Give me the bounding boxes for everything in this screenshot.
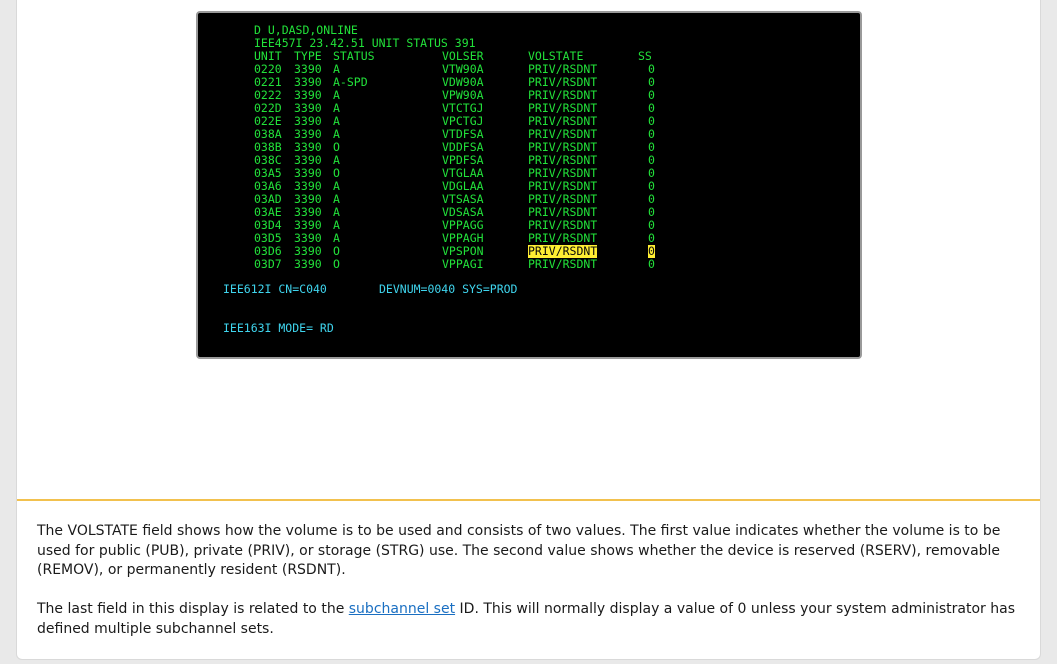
subchannel-explanation: The last field in this display is relate… xyxy=(37,600,1022,639)
content-card: D U,DASD,ONLINE IEE457I 23.42.51 UNIT ST… xyxy=(16,0,1041,660)
cell-status: O xyxy=(333,257,340,271)
section-divider xyxy=(17,499,1040,501)
cell-ss: 0 xyxy=(648,257,655,271)
cell-unit: 03D7 xyxy=(254,257,282,271)
console-id-line: IEE612I CN=C040 xyxy=(223,282,327,296)
cell-volser: VPPAGI xyxy=(442,257,484,271)
subchannel-set-link[interactable]: subchannel set xyxy=(349,601,455,617)
terminal-screenshot: D U,DASD,ONLINE IEE457I 23.42.51 UNIT ST… xyxy=(196,11,862,359)
cell-volstate: PRIV/RSDNT xyxy=(528,257,598,271)
volstate-explanation: The VOLSTATE field shows how the volume … xyxy=(37,523,1001,578)
devnum-line: DEVNUM=0040 SYS=PROD xyxy=(379,282,518,296)
mode-line: IEE163I MODE= RD xyxy=(223,321,334,335)
paragraph-text: The last field in this display is relate… xyxy=(37,601,349,617)
cell-type: 3390 xyxy=(294,257,322,271)
